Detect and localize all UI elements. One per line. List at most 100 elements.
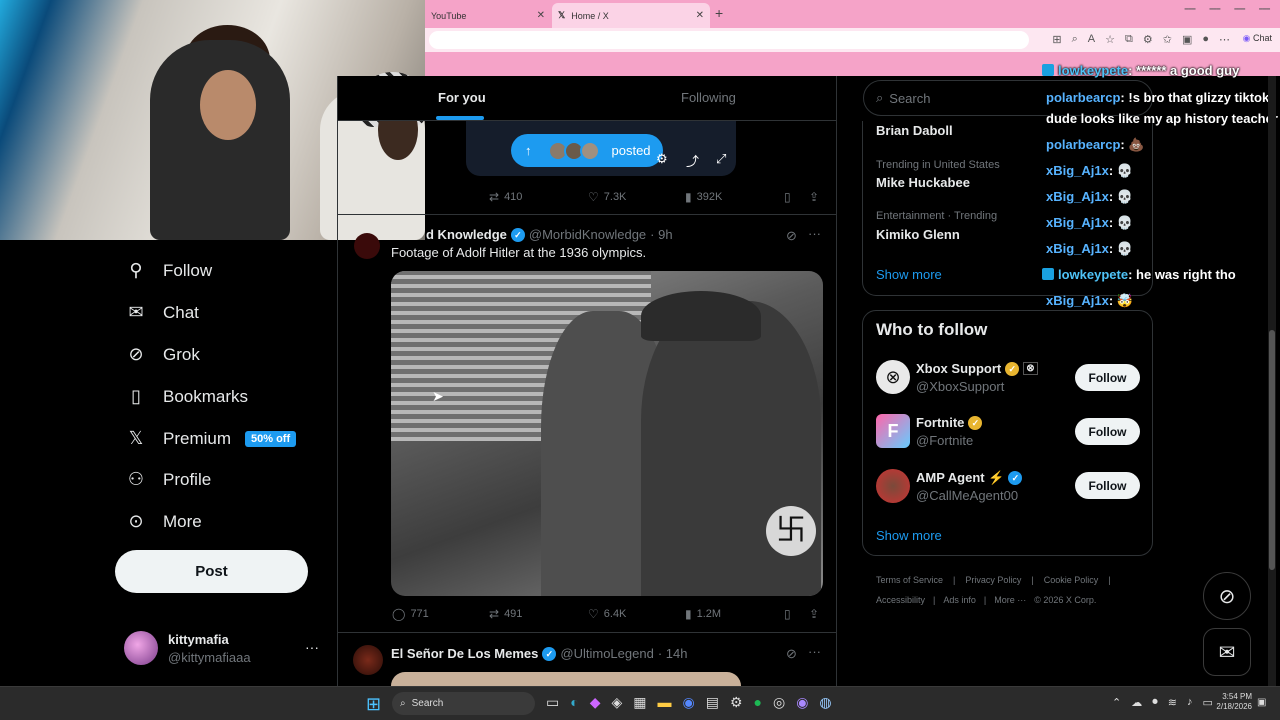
notification-bell-icon[interactable]: ▣: [1257, 697, 1266, 708]
edge-icon[interactable]: ◐: [570, 694, 578, 711]
settings-icon[interactable]: ⚙: [730, 694, 743, 711]
follow-account-name[interactable]: Fortnite ✓: [916, 415, 983, 430]
store-icon[interactable]: ▦: [633, 694, 646, 711]
grok-fab-button[interactable]: ⊘: [1203, 572, 1251, 620]
follow-button[interactable]: Follow: [1075, 418, 1140, 445]
profile-icon[interactable]: ●: [1202, 33, 1209, 46]
xbox-avatar[interactable]: ⊗: [876, 360, 910, 394]
messages-fab-button[interactable]: ✉: [1203, 628, 1251, 676]
tweet-media[interactable]: [391, 672, 741, 686]
nav-bookmarks[interactable]: ▯ Bookmarks: [125, 386, 248, 407]
menu-icon[interactable]: ⋯: [1219, 33, 1230, 46]
nav-premium[interactable]: 𝕏 Premium 50% off: [125, 428, 297, 449]
bookmark-icon[interactable]: ▯: [784, 190, 791, 204]
avatar[interactable]: [354, 233, 380, 259]
notepad-icon[interactable]: ▤: [706, 694, 719, 711]
bookmark-icon[interactable]: ▯: [784, 607, 791, 621]
trend-item[interactable]: Mike Huckabee: [876, 175, 970, 190]
nav-grok[interactable]: ⊘ Grok: [125, 344, 199, 365]
nav-more[interactable]: ⊙ More: [125, 511, 201, 532]
nav-profile[interactable]: ⚇ Profile: [125, 469, 211, 490]
microphone-icon[interactable]: ⏺: [1152, 696, 1158, 709]
account-more-icon[interactable]: ···: [305, 639, 319, 655]
trends-show-more-link[interactable]: Show more: [876, 267, 942, 282]
reply-button[interactable]: ◯ 771: [392, 607, 429, 621]
volume-icon[interactable]: ♪: [1187, 696, 1193, 709]
new-tab-icon[interactable]: +: [715, 5, 723, 21]
fortnite-avatar[interactable]: F: [876, 414, 910, 448]
follow-button[interactable]: Follow: [1075, 364, 1140, 391]
tab-following[interactable]: Following: [681, 90, 736, 105]
share-icon[interactable]: ⇪: [809, 607, 819, 621]
taskbar-clock[interactable]: 3:54 PM 2/18/2026: [1212, 692, 1252, 712]
read-aloud-icon[interactable]: A: [1088, 33, 1095, 46]
follow-account-name[interactable]: Xbox Support ✓ ⊗: [916, 361, 1038, 376]
account-handle[interactable]: @CallMeAgent00: [916, 488, 1018, 503]
retweet-button[interactable]: ⇄ 410: [489, 190, 522, 204]
tab-home-x[interactable]: 𝕏 Home / X ✕: [552, 3, 710, 28]
more-icon[interactable]: ···: [808, 644, 821, 659]
post-button[interactable]: Post: [115, 550, 308, 593]
copilot-chat-button[interactable]: ◉ Chat: [1243, 33, 1272, 44]
trend-item[interactable]: Kimiko Glenn: [876, 227, 960, 242]
steam-icon[interactable]: ◍: [819, 694, 831, 711]
app-icon[interactable]: ◆: [590, 694, 601, 711]
collections-icon[interactable]: ▣: [1182, 33, 1192, 46]
more-icon[interactable]: ···: [808, 226, 821, 241]
scrollbar-thumb[interactable]: [1269, 330, 1275, 570]
split-screen-icon[interactable]: ⧉: [1125, 33, 1133, 46]
avatar[interactable]: [124, 631, 158, 665]
footer-link[interactable]: More ···: [994, 595, 1026, 605]
close-icon[interactable]: ✕: [696, 10, 704, 21]
tweet-author[interactable]: El Señor De Los Memes ✓ @UltimoLegend · …: [391, 646, 687, 661]
follow-button[interactable]: Follow: [1075, 472, 1140, 499]
close-icon[interactable]: ✕: [537, 10, 545, 21]
taskbar-search-input[interactable]: ⌕ Search: [392, 692, 535, 715]
task-view-icon[interactable]: ▭: [546, 694, 559, 711]
nav-chat[interactable]: ✉ Chat: [125, 302, 198, 323]
file-explorer-icon[interactable]: ▬: [658, 694, 672, 711]
like-button[interactable]: ♡ 6.4K: [588, 607, 626, 621]
footer-link[interactable]: Privacy Policy: [965, 575, 1021, 585]
favorites-icon[interactable]: ✩: [1163, 33, 1172, 46]
footer-link[interactable]: Accessibility: [876, 595, 925, 605]
nav-follow[interactable]: ⚲ Follow: [125, 260, 212, 281]
views-button[interactable]: ▮ 392K: [685, 190, 722, 204]
follow-account-name[interactable]: AMP Agent ⚡ ✓: [916, 470, 1023, 486]
like-button[interactable]: ♡ 7.3K: [588, 190, 626, 204]
favorite-icon[interactable]: ☆: [1105, 33, 1115, 46]
footer-link[interactable]: Cookie Policy: [1044, 575, 1099, 585]
tab-youtube[interactable]: YouTube ✕: [425, 3, 551, 28]
account-handle[interactable]: @XboxSupport: [916, 379, 1004, 394]
fullscreen-icon[interactable]: ⤢: [716, 151, 726, 167]
obs-icon[interactable]: ◎: [773, 694, 785, 711]
new-posts-pill[interactable]: ↑ posted: [511, 134, 663, 167]
zoom-icon[interactable]: ⌕: [1072, 33, 1078, 46]
cloud-icon[interactable]: ☁: [1131, 696, 1142, 709]
amp-agent-avatar[interactable]: [876, 469, 910, 503]
windows-start-icon[interactable]: ⊞: [366, 694, 381, 715]
tab-for-you[interactable]: For you: [438, 90, 486, 105]
extensions-icon[interactable]: ⚙: [1143, 33, 1153, 46]
grok-icon[interactable]: ⊘: [786, 228, 797, 244]
address-input[interactable]: [429, 31, 1029, 49]
discord-icon[interactable]: ◉: [683, 694, 695, 711]
chevron-up-icon[interactable]: ⌃: [1112, 696, 1121, 709]
follow-show-more-link[interactable]: Show more: [876, 528, 942, 543]
tweet-author[interactable]: d Knowledge ✓ @MorbidKnowledge · 9h: [426, 227, 673, 242]
trend-item[interactable]: Brian Daboll: [876, 123, 953, 138]
avatar[interactable]: [353, 645, 383, 675]
account-handle[interactable]: @Fortnite: [916, 433, 973, 448]
retweet-button[interactable]: ⇄ 491: [489, 607, 522, 621]
spotify-icon[interactable]: ●: [754, 694, 762, 711]
pip-icon[interactable]: ⤴: [686, 151, 699, 170]
wifi-icon[interactable]: ≋: [1168, 696, 1177, 709]
settings-icon[interactable]: ⚙: [656, 151, 668, 167]
footer-link[interactable]: Ads info: [943, 595, 976, 605]
app-icon[interactable]: ◉: [796, 694, 808, 711]
views-button[interactable]: ▮ 1.2M: [685, 607, 721, 621]
share-icon[interactable]: ⇪: [809, 190, 819, 204]
footer-link[interactable]: Terms of Service: [876, 575, 943, 585]
account-handle[interactable]: @kittymafiaaa: [168, 650, 251, 665]
account-name[interactable]: kittymafia: [168, 632, 229, 647]
